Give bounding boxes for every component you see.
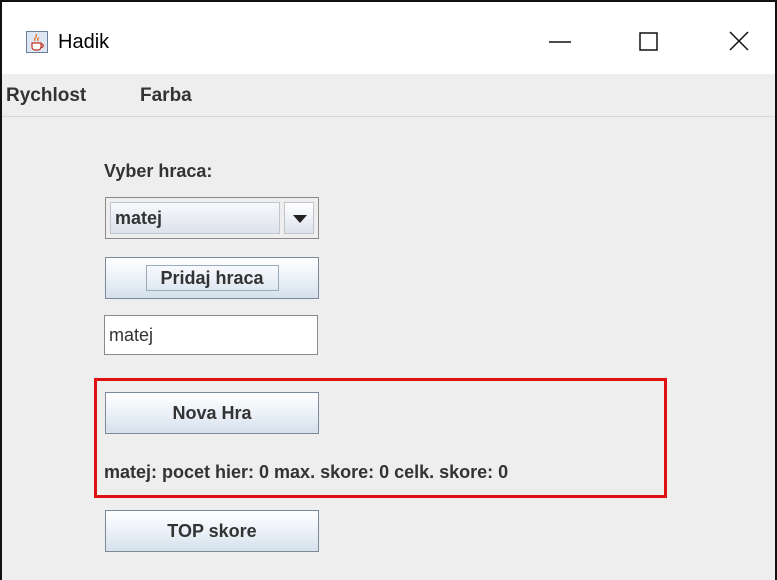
player-select-value[interactable]: matej — [110, 202, 280, 234]
player-select[interactable]: matej — [105, 197, 319, 239]
menu-bar: Rychlost Farba — [2, 74, 775, 117]
player-name-input[interactable]: matej — [104, 315, 318, 355]
add-player-button-label: Pridaj hraca — [160, 268, 264, 288]
player-select-arrow[interactable] — [284, 202, 314, 234]
new-game-button[interactable]: Nova Hra — [105, 392, 319, 434]
player-select-label: Vyber hraca: — [104, 161, 213, 181]
title-bar[interactable]: Hadik — [2, 2, 775, 74]
player-stats-text: matej: pocet hier: 0 max. skore: 0 celk.… — [104, 462, 509, 482]
app-window: Hadik Rychlost Farba Vyber hraca: matej — [0, 0, 777, 580]
minimize-button[interactable] — [537, 20, 583, 64]
chevron-down-icon — [293, 215, 307, 223]
close-button[interactable] — [716, 20, 762, 64]
add-player-button[interactable]: Pridaj hraca — [105, 257, 319, 299]
minimize-icon — [549, 41, 571, 43]
menu-farba[interactable]: Farba — [140, 85, 192, 107]
top-score-button[interactable]: TOP skore — [105, 510, 319, 552]
main-panel: Vyber hraca: matej Pridaj hraca matej No… — [2, 117, 775, 580]
menu-rychlost[interactable]: Rychlost — [6, 85, 86, 107]
maximize-button[interactable] — [625, 20, 671, 64]
close-icon — [729, 31, 749, 51]
window-title: Hadik — [58, 31, 110, 53]
maximize-icon — [639, 32, 658, 51]
java-cup-icon — [26, 31, 48, 53]
